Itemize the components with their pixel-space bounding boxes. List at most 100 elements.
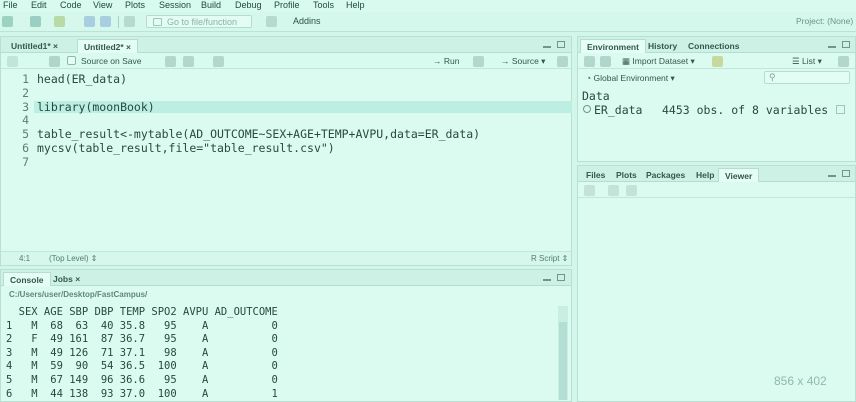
tab-untitled1[interactable]: Untitled1* ×: [5, 39, 64, 53]
editor-save-icon[interactable]: [49, 56, 60, 67]
menu-build[interactable]: Build: [201, 0, 221, 10]
save-workspace-icon[interactable]: [600, 56, 611, 67]
tab-console[interactable]: Console: [3, 272, 51, 286]
line-number: 7: [22, 154, 29, 169]
data-section-header: Data: [582, 89, 610, 103]
tab-help[interactable]: Help: [690, 168, 720, 182]
code-line[interactable]: library(moonBook): [37, 100, 155, 114]
back-arrow-icon[interactable]: [7, 56, 18, 67]
console-maximize-icon[interactable]: [557, 274, 565, 281]
search-icon[interactable]: [165, 56, 176, 67]
environment-search-input[interactable]: ⚲: [764, 71, 850, 84]
viewer-brush-icon[interactable]: [608, 185, 619, 196]
line-number: 5: [22, 127, 29, 142]
files-minimize-icon[interactable]: [828, 175, 836, 177]
working-directory[interactable]: C:/Users/user/Desktop/FastCampus/: [9, 290, 147, 299]
editor-toolbar: Source on Save → Run → Source ▾: [1, 53, 571, 69]
toolbar-divider: [118, 16, 119, 28]
menu-view[interactable]: View: [93, 0, 112, 10]
menu-plots[interactable]: Plots: [125, 0, 145, 10]
load-workspace-icon[interactable]: [584, 56, 595, 67]
environment-toolbar: ▦ Import Dataset ▾ ☰ List ▾: [578, 53, 855, 69]
console-output[interactable]: SEX AGE SBP DBP TEMP SPO2 AVPU AD_OUTCOM…: [6, 306, 278, 401]
main-toolbar: Go to file/function Addins Project: (Non…: [0, 12, 856, 32]
magic-wand-icon[interactable]: [183, 56, 194, 67]
output-row: 4 M 59 90 54 36.5 100 A 0: [6, 360, 278, 373]
env-minimize-icon[interactable]: [828, 46, 836, 48]
view-data-icon[interactable]: [836, 105, 845, 114]
broom-icon[interactable]: [712, 56, 723, 67]
menu-profile[interactable]: Profile: [274, 0, 300, 10]
output-row: 5 M 67 149 96 36.6 95 A 0: [6, 373, 278, 386]
editor-status-bar: 4:1 (Top Level) ⇕ R Script ⇕: [1, 251, 571, 265]
viewer-back-icon[interactable]: [584, 185, 595, 196]
workspace-panes-icon[interactable]: [266, 16, 277, 27]
new-project-icon[interactable]: [30, 16, 41, 27]
print-icon[interactable]: [124, 16, 135, 27]
tab-untitled2[interactable]: Untitled2* ×: [77, 39, 138, 53]
output-row: 1 M 68 63 40 35.8 95 A 0: [6, 319, 278, 332]
env-item-er-data[interactable]: ER_data 4453 obs. of 8 variables: [582, 103, 852, 117]
files-pane: Files Plots Packages Help Viewer: [577, 165, 856, 402]
tab-files[interactable]: Files: [580, 168, 611, 182]
scrollbar-thumb[interactable]: [559, 322, 567, 400]
code-area[interactable]: 1 head(ER_data) 2 3 library(moonBook) 4 5 table…: [1, 70, 572, 251]
menu-tools[interactable]: Tools: [313, 0, 334, 10]
project-menu[interactable]: Project: (None): [796, 16, 853, 26]
save-icon[interactable]: [84, 16, 95, 27]
code-line[interactable]: head(ER_data): [37, 72, 127, 86]
refresh-icon[interactable]: [838, 56, 849, 67]
viewer-export-icon[interactable]: [626, 185, 637, 196]
source-button[interactable]: → Source ▾: [501, 56, 545, 67]
tab-viewer[interactable]: Viewer: [718, 168, 760, 182]
maximize-icon[interactable]: [557, 41, 565, 48]
tab-environment[interactable]: Environment: [580, 39, 646, 53]
menu-debug[interactable]: Debug: [235, 0, 262, 10]
console-minimize-icon[interactable]: [543, 279, 551, 281]
line-number: 3: [22, 99, 29, 114]
scope-selector[interactable]: (Top Level) ⇕: [49, 254, 98, 263]
console-scrollbar[interactable]: [558, 306, 568, 400]
files-maximize-icon[interactable]: [842, 170, 850, 177]
environment-pane: Environment History Connections ▦ Import…: [577, 36, 856, 162]
source-on-save-checkbox[interactable]: [67, 56, 76, 65]
scope-dropdown[interactable]: ◔ Global Environment ▾: [586, 73, 675, 84]
outline-icon[interactable]: [557, 56, 568, 67]
save-all-icon[interactable]: [100, 16, 111, 27]
rerun-icon[interactable]: [473, 56, 484, 67]
code-line[interactable]: table_result<-mytable(AD_OUTCOME~SEX+AGE…: [37, 127, 480, 141]
tab-jobs[interactable]: Jobs ×: [47, 272, 86, 286]
menu-edit[interactable]: Edit: [31, 0, 47, 10]
import-dataset-button[interactable]: ▦ Import Dataset ▾: [622, 56, 695, 67]
menu-help[interactable]: Help: [346, 0, 365, 10]
menu-session[interactable]: Session: [159, 0, 191, 10]
tab-packages[interactable]: Packages: [640, 168, 691, 182]
env-maximize-icon[interactable]: [842, 41, 850, 48]
tab-connections[interactable]: Connections: [682, 39, 745, 53]
new-file-icon[interactable]: [2, 16, 13, 27]
size-watermark: 856 x 402: [774, 374, 827, 388]
console-tab-bar: Console Jobs ×: [1, 270, 571, 286]
search-icon: ⚲: [769, 72, 776, 82]
open-file-icon[interactable]: [54, 16, 65, 27]
menu-code[interactable]: Code: [60, 0, 82, 10]
file-type-selector[interactable]: R Script ⇕: [531, 254, 568, 263]
expand-icon[interactable]: [583, 105, 591, 113]
addins-menu[interactable]: Addins: [293, 16, 321, 26]
goto-file-input[interactable]: Go to file/function: [146, 15, 252, 28]
menu-file[interactable]: File: [3, 0, 18, 10]
files-tab-bar: Files Plots Packages Help Viewer: [578, 166, 855, 182]
code-line[interactable]: mycsv(table_result,file="table_result.cs…: [37, 141, 335, 155]
compile-report-icon[interactable]: [213, 56, 224, 67]
output-row: 6 M 44 138 93 37.0 100 A 1: [6, 387, 278, 400]
minimize-icon[interactable]: [543, 46, 551, 48]
editor-tab-bar: Untitled1* × Untitled2* ×: [1, 37, 571, 53]
line-number: 2: [22, 85, 29, 100]
list-view-button[interactable]: ☰ List ▾: [792, 56, 822, 67]
line-number: 4: [22, 113, 29, 128]
console-pane: Console Jobs × C:/Users/user/Desktop/Fas…: [0, 269, 572, 402]
run-button[interactable]: → Run: [433, 56, 459, 66]
goto-arrow-icon: [153, 18, 162, 26]
tab-history[interactable]: History: [642, 39, 683, 53]
tab-plots[interactable]: Plots: [610, 168, 643, 182]
